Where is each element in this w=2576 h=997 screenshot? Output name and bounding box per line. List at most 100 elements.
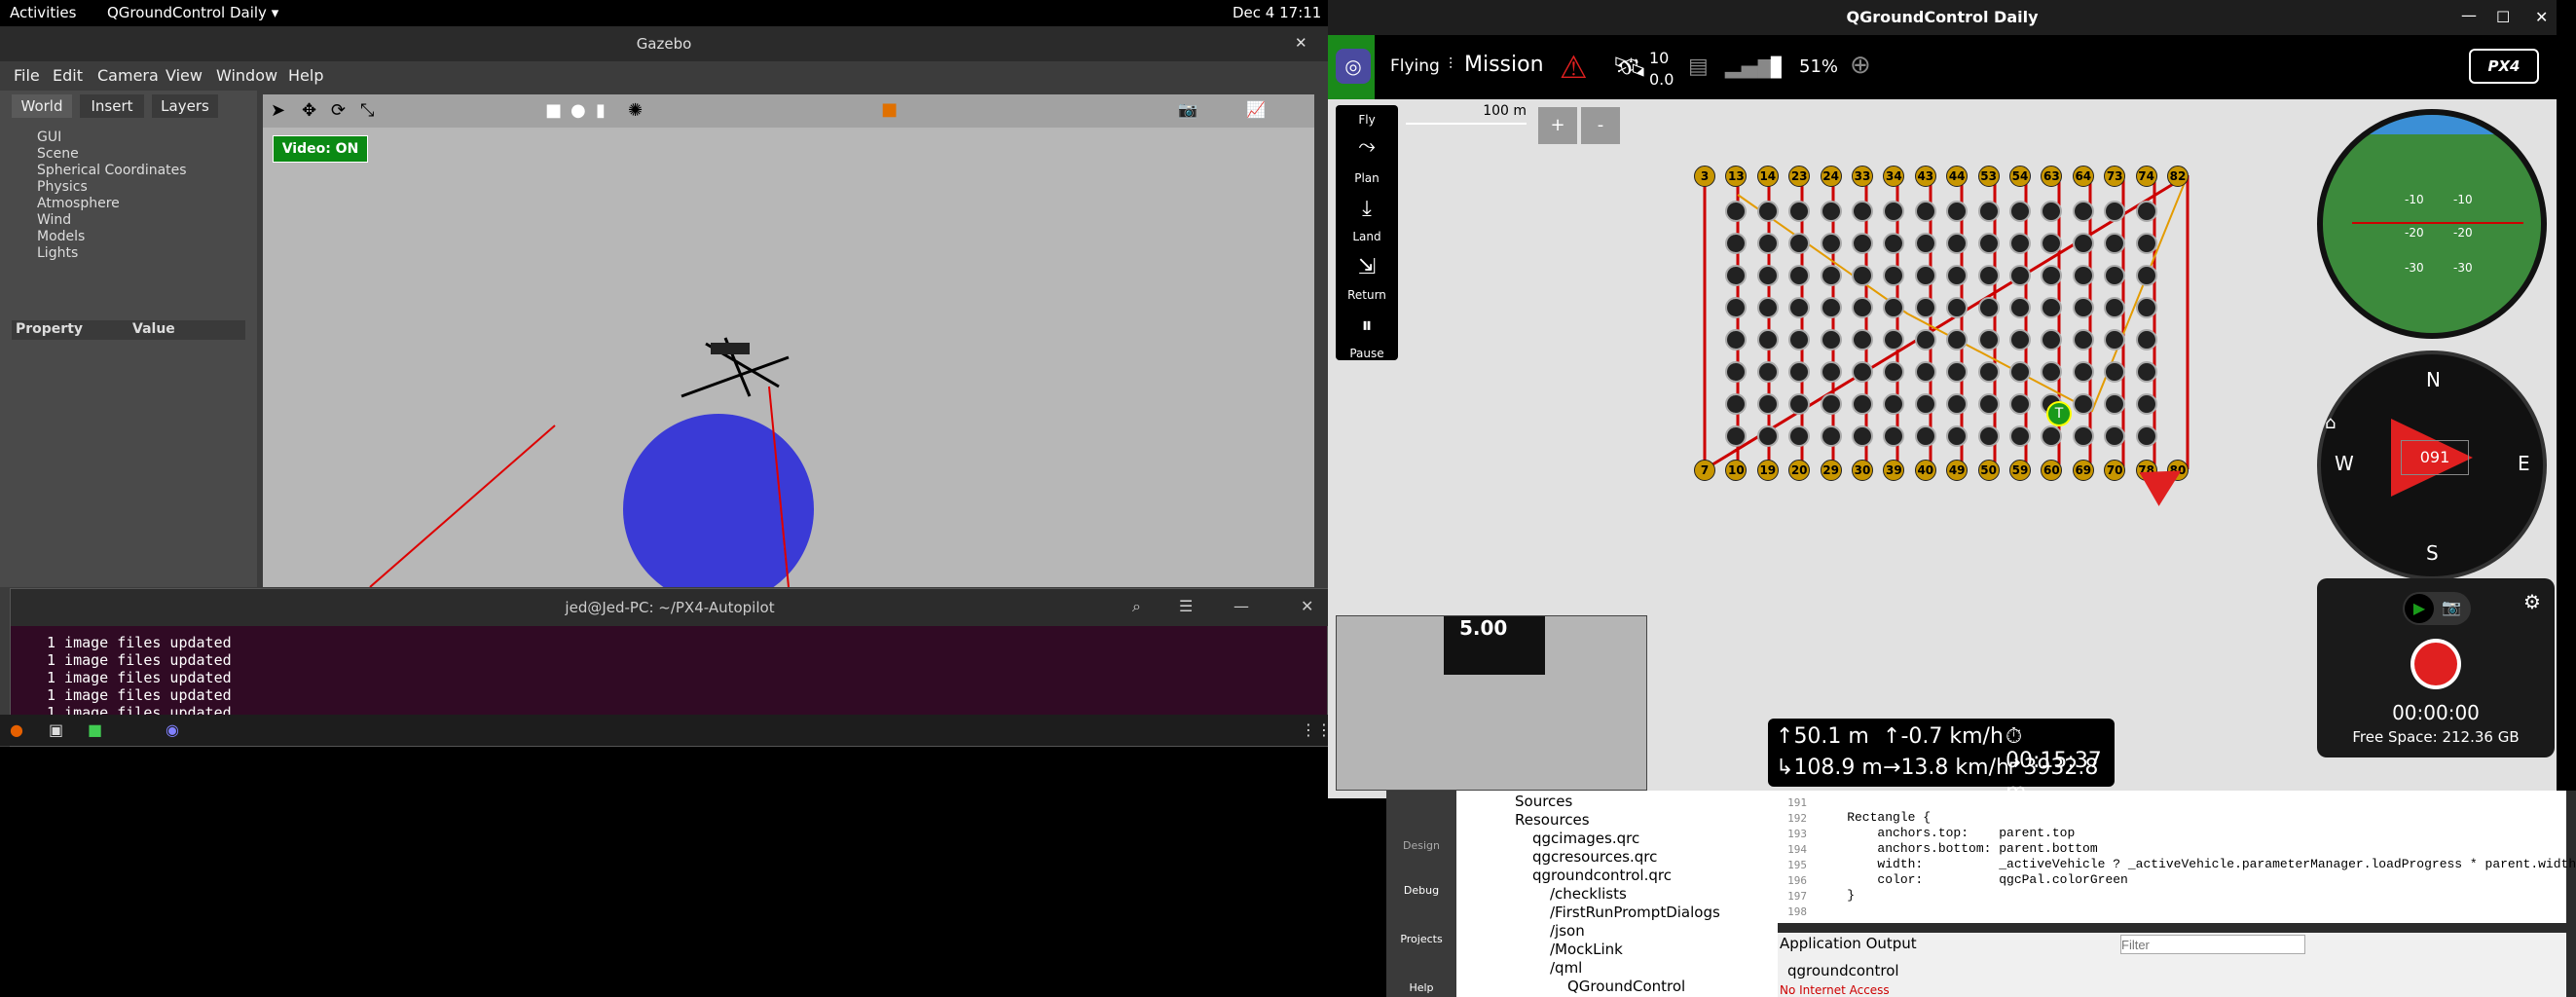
- tree-item[interactable]: Physics: [37, 179, 88, 195]
- survey-point[interactable]: [2009, 361, 2031, 383]
- survey-point[interactable]: [1977, 265, 2000, 286]
- waypoint-marker[interactable]: 24: [1820, 166, 1842, 187]
- survey-point[interactable]: [1788, 201, 1811, 222]
- survey-point[interactable]: [2072, 425, 2094, 447]
- survey-point[interactable]: [2009, 233, 2031, 254]
- survey-point[interactable]: [1946, 425, 1969, 447]
- warning-icon[interactable]: ⚠: [1560, 49, 1588, 86]
- menu-file[interactable]: File: [14, 66, 40, 85]
- survey-point[interactable]: [1820, 265, 1842, 286]
- photo-mode-icon[interactable]: 📷: [2442, 598, 2461, 616]
- survey-point[interactable]: [1914, 329, 1936, 351]
- menu-window[interactable]: Window: [216, 66, 277, 85]
- survey-point[interactable]: [1852, 393, 1873, 415]
- waypoint-marker[interactable]: 43: [1914, 166, 1936, 187]
- survey-point[interactable]: [2041, 201, 2063, 222]
- survey-point[interactable]: [2135, 265, 2157, 286]
- video-mode-icon[interactable]: ▶: [2405, 594, 2434, 623]
- mission-label[interactable]: Mission: [1464, 53, 1544, 77]
- debug-mode[interactable]: Debug: [1386, 884, 1456, 897]
- tree-item[interactable]: /FirstRunPromptDialogs: [1550, 904, 1720, 921]
- satellite-icon[interactable]: 🛰: [1612, 51, 1647, 83]
- survey-point[interactable]: [1852, 425, 1873, 447]
- survey-point[interactable]: [2009, 265, 2031, 286]
- survey-point[interactable]: [1756, 297, 1779, 318]
- battery-icon[interactable]: ▮: [1768, 49, 1785, 83]
- survey-point[interactable]: [2072, 297, 2094, 318]
- survey-point[interactable]: [2104, 393, 2126, 415]
- waypoint-marker[interactable]: 53: [1977, 166, 2000, 187]
- tree-item[interactable]: Lights: [37, 245, 78, 261]
- waypoint-marker[interactable]: 10: [1725, 460, 1748, 481]
- survey-point[interactable]: [2135, 233, 2157, 254]
- tab-layers[interactable]: Layers: [152, 94, 218, 118]
- survey-point[interactable]: [1725, 297, 1748, 318]
- survey-point[interactable]: [2135, 393, 2157, 415]
- tree-item[interactable]: /checklists: [1550, 885, 1627, 903]
- waypoint-marker[interactable]: 59: [2009, 460, 2031, 481]
- survey-point[interactable]: [2104, 329, 2126, 351]
- survey-point[interactable]: [2041, 361, 2063, 383]
- survey-point[interactable]: [1946, 393, 1969, 415]
- waypoint-marker[interactable]: 49: [1946, 460, 1969, 481]
- survey-point[interactable]: [2072, 361, 2094, 383]
- tree-item[interactable]: Resources: [1515, 811, 1590, 829]
- waypoint-marker[interactable]: 7: [1694, 460, 1715, 481]
- survey-point[interactable]: [1883, 201, 1905, 222]
- tree-item[interactable]: Wind: [37, 212, 71, 228]
- survey-point[interactable]: [2104, 425, 2126, 447]
- survey-point[interactable]: [1756, 329, 1779, 351]
- flight-mode[interactable]: Flying: [1390, 56, 1440, 76]
- survey-point[interactable]: [1725, 393, 1748, 415]
- gps-target-icon[interactable]: ⊕: [1850, 51, 1871, 80]
- tree-item[interactable]: Models: [37, 229, 85, 244]
- survey-point[interactable]: [1914, 233, 1936, 254]
- survey-point[interactable]: [1725, 265, 1748, 286]
- survey-point[interactable]: [1852, 297, 1873, 318]
- survey-point[interactable]: [1756, 233, 1779, 254]
- return-button[interactable]: Return: [1336, 288, 1398, 302]
- waypoint-marker[interactable]: 54: [2009, 166, 2031, 187]
- survey-point[interactable]: [1820, 201, 1842, 222]
- survey-point[interactable]: [1883, 233, 1905, 254]
- tab-world[interactable]: World: [12, 94, 72, 118]
- close-icon[interactable]: ✕: [1301, 597, 1313, 615]
- settings-icon[interactable]: ⚙: [2523, 590, 2541, 613]
- files-icon[interactable]: ▣: [49, 720, 63, 739]
- tree-item[interactable]: qgroundcontrol.qrc: [1532, 867, 1672, 884]
- survey-point[interactable]: [1914, 425, 1936, 447]
- survey-point[interactable]: [1788, 233, 1811, 254]
- survey-point[interactable]: [2072, 233, 2094, 254]
- waypoint-marker[interactable]: 30: [1852, 460, 1873, 481]
- plan-icon[interactable]: ⤳: [1336, 134, 1398, 159]
- firefox-icon[interactable]: ●: [10, 720, 23, 739]
- plan-button[interactable]: Plan: [1336, 171, 1398, 185]
- waypoint-marker[interactable]: 34: [1883, 166, 1905, 187]
- tree-item[interactable]: /json: [1550, 922, 1585, 940]
- survey-point[interactable]: [1977, 297, 2000, 318]
- survey-point[interactable]: [1820, 297, 1842, 318]
- survey-point[interactable]: [1725, 233, 1748, 254]
- minimize-icon[interactable]: —: [2461, 6, 2477, 24]
- land-button[interactable]: Land: [1336, 230, 1398, 243]
- survey-point[interactable]: [1946, 233, 1969, 254]
- land-icon[interactable]: ⤓: [1336, 197, 1398, 221]
- tree-item[interactable]: qgcresources.qrc: [1532, 848, 1657, 866]
- tree-item[interactable]: /qml: [1550, 959, 1582, 977]
- survey-point[interactable]: [2135, 297, 2157, 318]
- survey-point[interactable]: [2104, 361, 2126, 383]
- activities-button[interactable]: Activities: [10, 4, 76, 21]
- survey-point[interactable]: [2041, 329, 2063, 351]
- tab-insert[interactable]: Insert: [80, 94, 144, 118]
- waypoint-marker[interactable]: 82: [2167, 166, 2189, 187]
- waypoint-marker[interactable]: 73: [2104, 166, 2126, 187]
- survey-point[interactable]: [1788, 361, 1811, 383]
- survey-point[interactable]: [1883, 393, 1905, 415]
- survey-point[interactable]: [2009, 393, 2031, 415]
- survey-point[interactable]: [2135, 361, 2157, 383]
- survey-point[interactable]: [1725, 329, 1748, 351]
- waypoint-marker[interactable]: 60: [2041, 460, 2063, 481]
- maximize-icon[interactable]: ☐: [2496, 8, 2510, 26]
- survey-point[interactable]: [2104, 233, 2126, 254]
- menu-help[interactable]: Help: [288, 66, 323, 85]
